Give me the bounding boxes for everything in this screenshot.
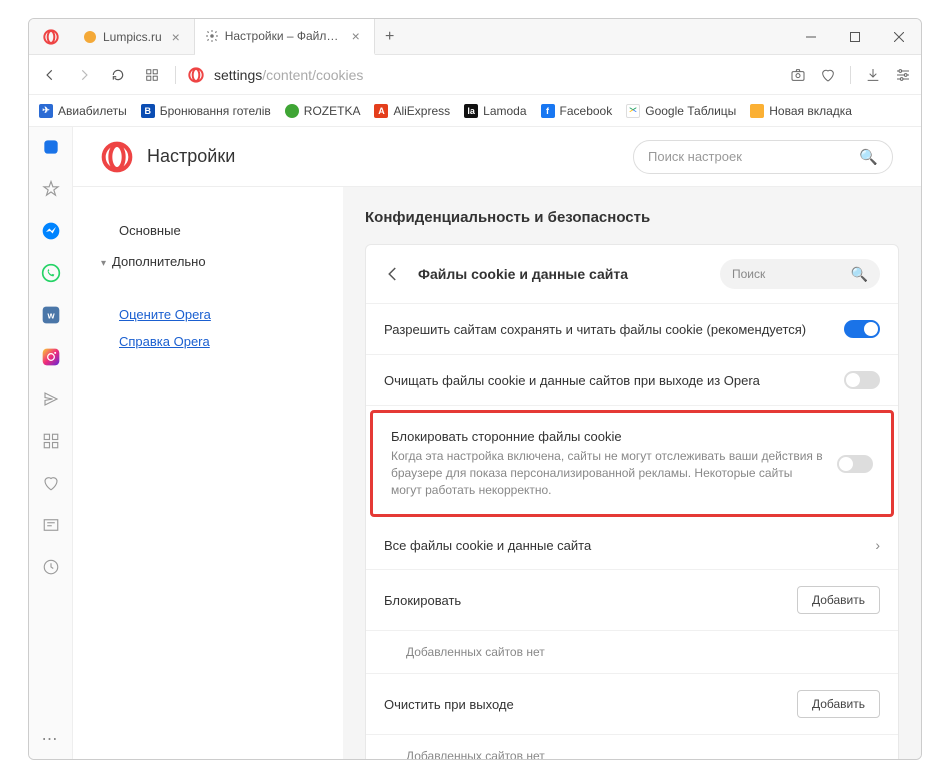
close-icon[interactable]: × (168, 29, 184, 45)
window-controls (789, 19, 921, 54)
opera-logo-icon (101, 141, 133, 173)
search-settings-input[interactable]: Поиск настроек 🔍 (633, 140, 893, 174)
add-clear-button[interactable]: Добавить (797, 690, 880, 718)
whatsapp-icon[interactable] (41, 263, 61, 283)
nav-rate-opera[interactable]: Оцените Opera (101, 301, 315, 328)
forward-button[interactable] (73, 64, 95, 86)
settings-main: Конфиденциальность и безопасность Файлы … (343, 187, 921, 759)
gear-icon (205, 29, 219, 43)
heart-icon[interactable] (820, 67, 836, 83)
row-allow-cookies: Разрешить сайтам сохранять и читать файл… (366, 304, 898, 355)
snapshot-icon[interactable] (790, 67, 806, 83)
bookmarks-bar: ✈Авиабилеты BБронювання готелів ROZETKA … (29, 95, 921, 127)
settings-nav: Основные Дополнительно Оцените Opera Спр… (73, 187, 343, 759)
url-text: settings/content/cookies (214, 67, 363, 83)
bookmark-item[interactable]: laLamoda (464, 104, 526, 118)
bookmark-item[interactable]: AAliExpress (374, 104, 450, 118)
download-icon[interactable] (865, 67, 881, 83)
add-block-button[interactable]: Добавить (797, 586, 880, 614)
search-icon: 🔍 (859, 148, 878, 166)
speed-dial-button[interactable] (141, 64, 163, 86)
nav-help-opera[interactable]: Справка Opera (101, 328, 315, 355)
search-icon: 🔍 (851, 266, 868, 283)
svg-text:w: w (46, 310, 55, 320)
row-title: Блокировать сторонние файлы cookie (391, 429, 823, 444)
section-title: Конфиденциальность и безопасность (365, 209, 899, 226)
back-arrow-icon[interactable] (384, 265, 402, 283)
opera-badge-icon (188, 67, 204, 83)
flow-icon[interactable] (41, 389, 61, 409)
row-all-cookies[interactable]: Все файлы cookie и данные сайта › (366, 521, 898, 570)
nav-basic[interactable]: Основные (101, 215, 315, 246)
tab-label: Настройки – Файлы cookie (225, 29, 342, 43)
tab-settings[interactable]: Настройки – Файлы cookie × (195, 19, 375, 55)
heart-sidebar-icon[interactable] (41, 473, 61, 493)
clear-empty-text: Добавленных сайтов нет (366, 735, 898, 759)
messenger-icon[interactable] (41, 221, 61, 241)
opera-menu-icon[interactable] (43, 29, 59, 45)
titlebar: Lumpics.ru × Настройки – Файлы cookie × … (29, 19, 921, 55)
vk-icon[interactable]: w (41, 305, 61, 325)
toggle-allow-cookies[interactable] (844, 320, 880, 338)
back-button[interactable] (39, 64, 61, 86)
star-icon[interactable] (41, 179, 61, 199)
easy-setup-icon[interactable] (895, 67, 911, 83)
extensions-icon[interactable] (41, 431, 61, 451)
row-clear-exit-section: Очистить при выходе Добавить (366, 674, 898, 735)
nav-advanced[interactable]: Дополнительно (101, 246, 315, 277)
row-block-section: Блокировать Добавить (366, 570, 898, 631)
reload-button[interactable] (107, 64, 129, 86)
bookmark-item[interactable]: Google Таблицы (626, 104, 736, 118)
minimize-button[interactable] (789, 19, 833, 54)
bookmark-item[interactable]: ✈Авиабилеты (39, 104, 127, 118)
sidebar-more-icon[interactable]: ⋯ (41, 729, 61, 749)
tab-lumpics[interactable]: Lumpics.ru × (73, 19, 195, 54)
chevron-right-icon: › (875, 537, 880, 553)
bookmark-item[interactable]: Новая вкладка (750, 104, 852, 118)
home-icon[interactable] (41, 137, 61, 157)
cookies-card: Файлы cookie и данные сайта Поиск 🔍 Разр… (365, 244, 899, 759)
favicon-lumpics (83, 30, 97, 44)
close-icon[interactable]: × (348, 28, 364, 44)
history-icon[interactable] (41, 557, 61, 577)
url-field[interactable]: settings/content/cookies (188, 67, 778, 83)
maximize-button[interactable] (833, 19, 877, 54)
tabs-strip: Lumpics.ru × Настройки – Файлы cookie × … (29, 19, 789, 54)
bookmark-item[interactable]: BБронювання готелів (141, 104, 271, 118)
bookmark-item[interactable]: ROZETKA (285, 104, 361, 118)
row-description: Когда эта настройка включена, сайты не м… (391, 448, 823, 498)
settings-header: Настройки Поиск настроек 🔍 (73, 127, 921, 187)
row-block-third-party: Блокировать сторонние файлы cookie Когда… (370, 410, 894, 517)
close-button[interactable] (877, 19, 921, 54)
address-bar: settings/content/cookies (29, 55, 921, 95)
card-search-input[interactable]: Поиск 🔍 (720, 259, 880, 289)
block-empty-text: Добавленных сайтов нет (366, 631, 898, 674)
page-title: Настройки (147, 146, 235, 167)
sidebar: w ⋯ (29, 127, 73, 759)
toggle-clear-on-exit[interactable] (844, 371, 880, 389)
toggle-block-third-party[interactable] (837, 455, 873, 473)
row-clear-on-exit: Очищать файлы cookie и данные сайтов при… (366, 355, 898, 406)
search-placeholder: Поиск настроек (648, 149, 742, 164)
bookmark-item[interactable]: fFacebook (541, 104, 613, 118)
new-tab-button[interactable]: + (375, 19, 405, 54)
news-icon[interactable] (41, 515, 61, 535)
tab-label: Lumpics.ru (103, 30, 162, 44)
card-title: Файлы cookie и данные сайта (418, 266, 704, 282)
instagram-icon[interactable] (41, 347, 61, 367)
